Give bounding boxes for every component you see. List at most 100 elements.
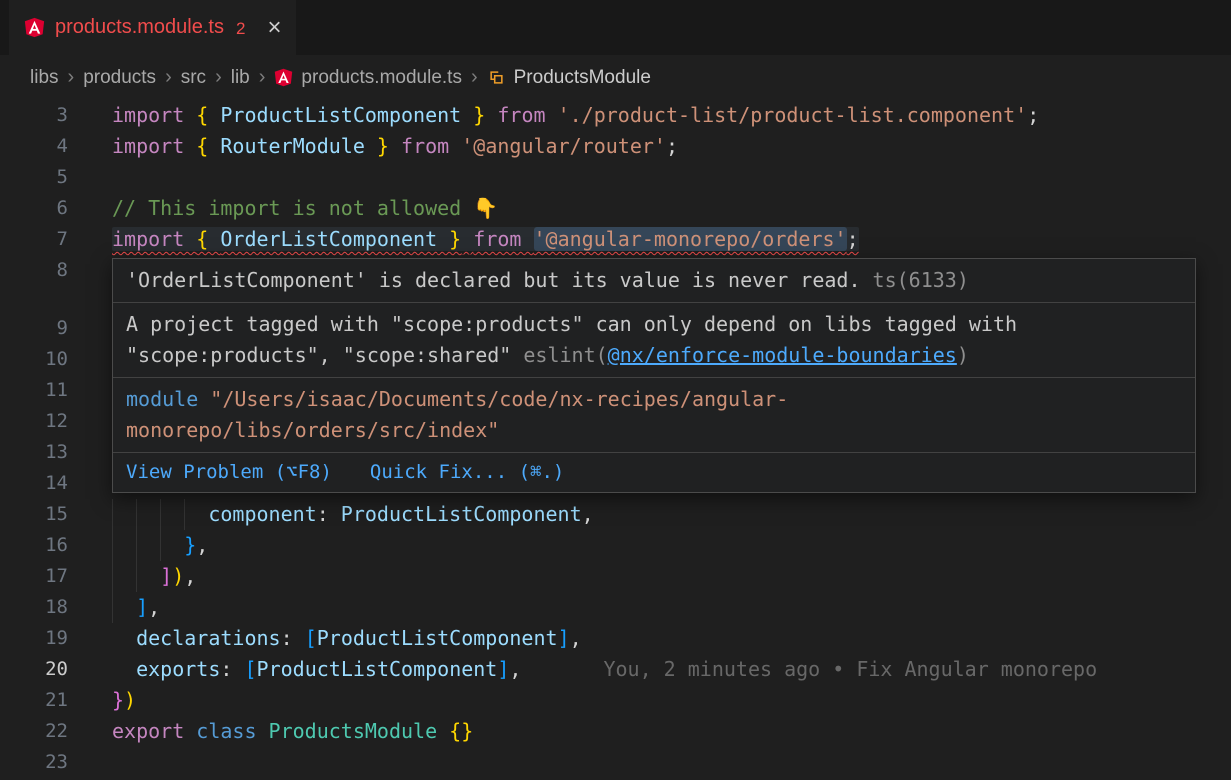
code-line[interactable]: 21}) — [0, 685, 1231, 716]
line-number[interactable]: 7 — [0, 224, 68, 255]
hover-text: "scope:products", "scope:shared" — [126, 343, 523, 367]
breadcrumb-item[interactable]: ProductsModule — [487, 67, 651, 89]
line-number[interactable]: 9 — [0, 313, 68, 344]
line-number[interactable]: 3 — [0, 100, 68, 131]
code-line[interactable]: 7 import { OrderListComponent } from '@an… — [0, 224, 1231, 255]
code-token: } — [461, 103, 485, 127]
code-token: { — [196, 134, 220, 158]
tab-products-module[interactable]: products.module.ts 2 × — [9, 0, 296, 55]
line-number[interactable]: 16 — [0, 530, 68, 561]
indent-guide — [160, 530, 161, 561]
code-content: import { RouterModule } from '@angular/r… — [68, 131, 1231, 162]
code-token: ] — [136, 595, 148, 619]
code-line[interactable]: 4import { RouterModule } from '@angular/… — [0, 131, 1231, 162]
line-number[interactable]: 12 — [0, 406, 68, 437]
code-line[interactable]: 16 }, — [0, 530, 1231, 561]
breadcrumb-item[interactable]: products.module.ts — [274, 67, 462, 89]
code-content: ], — [68, 592, 1231, 623]
code-line[interactable]: 17 ]), — [0, 561, 1231, 592]
indent-guide — [112, 561, 113, 592]
code-line[interactable]: 23 — [0, 747, 1231, 778]
line-number[interactable]: 4 — [0, 131, 68, 162]
code-token: ProductListComponent — [220, 103, 461, 127]
code-token: { — [196, 227, 220, 251]
tab-title: products.module.ts — [55, 16, 224, 39]
code-token: '@angular-monorepo/orders' — [534, 227, 847, 251]
code-token: } — [112, 688, 124, 712]
code-token: ; — [1027, 103, 1039, 127]
line-number[interactable]: 19 — [0, 623, 68, 654]
breadcrumb-item[interactable]: products — [83, 67, 156, 89]
code-token: , — [582, 502, 594, 526]
view-problem-action[interactable]: View Problem (⌥F8) — [126, 457, 332, 488]
code-token: from — [473, 227, 533, 251]
line-number[interactable]: 8 — [0, 255, 68, 313]
line-number[interactable]: 13 — [0, 437, 68, 468]
code-line[interactable]: 15 component: ProductListComponent, — [0, 499, 1231, 530]
code-token: ProductListComponent — [341, 502, 582, 526]
code-token: } — [184, 533, 196, 557]
line-number[interactable]: 15 — [0, 499, 68, 530]
error-squiggle: import { OrderListComponent } from '@ang… — [112, 227, 859, 251]
code-token — [485, 103, 497, 127]
breadcrumb-item[interactable]: libs — [30, 67, 59, 89]
code-token — [461, 227, 473, 251]
eslint-rule-link[interactable]: @nx/enforce-module-boundaries — [608, 343, 957, 367]
line-number[interactable]: 23 — [0, 747, 68, 778]
line-number[interactable]: 5 — [0, 162, 68, 193]
indent-guide — [136, 561, 137, 592]
quick-fix-action[interactable]: Quick Fix... (⌘.) — [370, 457, 564, 488]
code-line[interactable]: 6 // This import is not allowed 👇 — [0, 193, 1231, 224]
line-number[interactable]: 21 — [0, 685, 68, 716]
breadcrumb-separator-icon: › — [259, 66, 266, 89]
code-line[interactable]: 19 declarations: [ProductListComponent], — [0, 623, 1231, 654]
code-token — [112, 533, 184, 557]
code-token: ) — [124, 688, 136, 712]
code-token: export — [112, 719, 196, 743]
code-token: RouterModule — [220, 134, 365, 158]
angular-icon — [24, 17, 45, 38]
breadcrumb-label: ProductsModule — [514, 67, 651, 89]
line-number[interactable]: 11 — [0, 375, 68, 406]
line-number[interactable]: 6 — [0, 193, 68, 224]
indent-guide — [112, 530, 113, 561]
hover-text: eslint( — [523, 343, 607, 367]
line-number[interactable]: 10 — [0, 344, 68, 375]
hover-text: ts(6133) — [861, 268, 969, 292]
code-token: } — [437, 227, 461, 251]
breadcrumb: libs›products›src›lib›products.module.ts… — [0, 55, 1231, 100]
vscode-window: { "colors": { "error_red": "#F14C4C", "l… — [0, 0, 1231, 780]
breadcrumb-label: products.module.ts — [301, 67, 462, 89]
hover-popup: 'OrderListComponent' is declared but its… — [112, 258, 1196, 493]
indent-guide — [112, 592, 113, 623]
tab-bar: products.module.ts 2 × — [0, 0, 1231, 55]
code-token — [389, 134, 401, 158]
code-line[interactable]: 20 exports: [ProductListComponent],You, … — [0, 654, 1231, 685]
angular-icon — [274, 68, 293, 87]
breadcrumb-item[interactable]: src — [181, 67, 206, 89]
breadcrumb-label: libs — [30, 67, 59, 89]
line-number[interactable]: 18 — [0, 592, 68, 623]
code-token — [112, 626, 136, 650]
code-token: , — [148, 595, 160, 619]
code-token: class — [196, 719, 268, 743]
breadcrumb-separator-icon: › — [471, 66, 478, 89]
code-token: '@angular/router' — [461, 134, 666, 158]
code-line[interactable]: 3import { ProductListComponent } from '.… — [0, 100, 1231, 131]
code-token — [112, 657, 136, 681]
code-line[interactable]: 22export class ProductsModule {} — [0, 716, 1231, 747]
line-number[interactable]: 20 — [0, 654, 68, 685]
code-token: ] — [558, 626, 570, 650]
code-token: : — [220, 657, 244, 681]
code-line[interactable]: 18 ], — [0, 592, 1231, 623]
code-line[interactable]: 5 — [0, 162, 1231, 193]
line-number[interactable]: 22 — [0, 716, 68, 747]
line-number[interactable]: 14 — [0, 468, 68, 499]
breadcrumb-separator-icon: › — [215, 66, 222, 89]
code-token: ProductsModule — [269, 719, 450, 743]
code-token: // This import is not allowed 👇 — [112, 196, 498, 220]
close-icon[interactable]: × — [267, 16, 281, 40]
line-number[interactable]: 17 — [0, 561, 68, 592]
breadcrumb-item[interactable]: lib — [231, 67, 250, 89]
indent-guide — [112, 499, 113, 530]
